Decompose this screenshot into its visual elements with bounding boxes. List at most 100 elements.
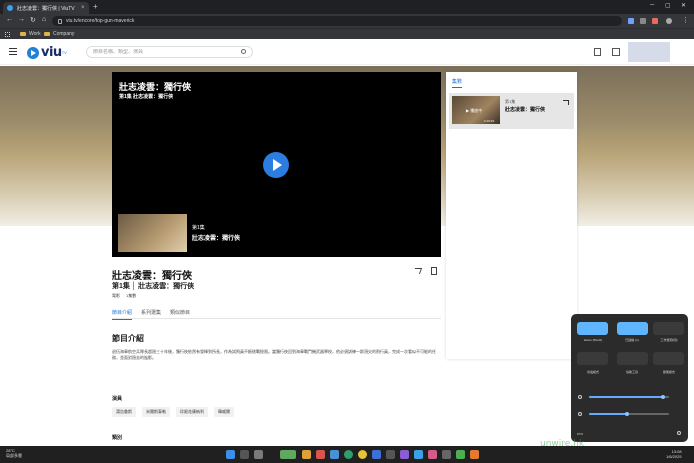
browser-tabbar: 壯志凌雲：獨行俠 | ViuTV × + ─ ▢ ✕ <box>0 0 694 14</box>
app-icon[interactable] <box>386 450 395 459</box>
reload-icon[interactable]: ↻ <box>30 16 36 24</box>
extension-icon[interactable] <box>652 18 658 24</box>
minimize-icon[interactable]: ─ <box>650 2 654 8</box>
upnext-thumbnail[interactable] <box>118 214 187 252</box>
hamburger-menu-icon[interactable] <box>9 48 17 55</box>
site-header: viu TV <box>0 39 694 65</box>
windows-taskbar: 28°C 局部多雲 13:08 1/6/2025 <box>0 446 694 463</box>
episode-list-item[interactable]: ▶ 播放中 2:10:33 第1集 壯志凌雲：獨行俠 <box>449 93 574 129</box>
extension-icon[interactable] <box>640 18 646 24</box>
close-tab-icon[interactable]: × <box>81 5 85 11</box>
show-title: 壯志凌雲：獨行俠 <box>112 271 192 282</box>
address-bar[interactable]: viu.tv/encore/top-gun-maverick <box>52 16 622 26</box>
app-icon[interactable] <box>400 450 409 459</box>
app-icon[interactable] <box>316 450 325 459</box>
volume-slider[interactable] <box>589 413 627 415</box>
tab-episodes[interactable]: 集數 <box>452 78 463 88</box>
video-player[interactable]: 壯志凌雲：獨行俠 第1集 壯志凌雲：獨行俠 第1集 壯志凌雲：獨行俠 <box>112 72 441 257</box>
bookmark-icon[interactable] <box>594 48 601 56</box>
category-heading: 類別 <box>112 435 123 441</box>
lock-icon <box>58 18 62 24</box>
tabs-divider <box>112 318 441 319</box>
weather-widget[interactable]: 28°C 局部多雲 <box>6 448 22 458</box>
cast-chip[interactable]: 湯告魯斯 <box>112 407 136 417</box>
accessibility-toggle[interactable] <box>617 352 648 365</box>
cast-heading: 演員 <box>112 396 123 402</box>
upnext-episode: 第1集 <box>192 225 205 231</box>
qs-label: 節能模式 <box>662 370 675 374</box>
episode-thumbnail: ▶ 播放中 2:10:33 <box>452 96 500 124</box>
system-clock[interactable]: 13:08 1/6/2025 <box>666 449 682 459</box>
weather-desc: 局部多雲 <box>6 453 22 458</box>
cast-chip[interactable]: 米爾斯泰勒 <box>142 407 170 417</box>
back-icon[interactable]: ← <box>6 16 13 23</box>
app-icon[interactable] <box>372 450 381 459</box>
qs-label: 協助工具 <box>625 370 638 374</box>
search-icon[interactable] <box>241 49 246 54</box>
vpn-toggle[interactable] <box>653 322 684 335</box>
close-window-icon[interactable]: ✕ <box>681 2 686 9</box>
show-tags: 電影 1集數 <box>112 293 136 299</box>
episode-title: 壯志凌雲：獨行俠 <box>505 107 546 113</box>
episode-duration: 2:10:33 <box>484 119 495 123</box>
show-subtitle: 第1集 │ 壯志凌雲：獨行俠 <box>112 283 195 290</box>
app-icon[interactable] <box>470 450 479 459</box>
tag-episodes: 1集數 <box>126 293 137 298</box>
menu-icon[interactable]: ⋮ <box>682 16 689 24</box>
new-tab-button[interactable]: + <box>93 2 98 11</box>
tab-title: 壯志凌雲：獨行俠 | ViuTV <box>17 5 75 12</box>
bookmark-label: Company <box>53 31 75 37</box>
wifi-toggle[interactable] <box>577 322 608 335</box>
app-icon[interactable] <box>280 450 296 459</box>
url-text: viu.tv/encore/top-gun-maverick <box>66 18 135 24</box>
logo-superscript: TV <box>61 50 67 55</box>
app-icon[interactable] <box>414 450 423 459</box>
profile-icon[interactable] <box>666 18 672 24</box>
search-taskbar-icon[interactable] <box>240 450 249 459</box>
qs-label: Home (5GHz) <box>583 338 603 342</box>
cast-chip[interactable]: 韓威爾 <box>214 407 234 417</box>
play-button[interactable] <box>263 152 289 178</box>
volume-knob[interactable] <box>625 412 629 416</box>
file-explorer-icon[interactable] <box>302 450 311 459</box>
player-subtitle: 第1集 壯志凌雲：獨行俠 <box>119 94 174 100</box>
bookmark-folder-work[interactable]: Work <box>20 31 41 37</box>
settings-gear-icon[interactable] <box>677 431 681 435</box>
brightness-slider[interactable] <box>589 396 663 398</box>
chrome-icon[interactable] <box>358 450 367 459</box>
battery-level: 67% <box>577 432 584 436</box>
app-icon[interactable] <box>428 450 437 459</box>
task-view-icon[interactable] <box>254 450 263 459</box>
home-icon[interactable]: ⌂ <box>42 16 46 23</box>
extension-icon[interactable] <box>628 18 634 24</box>
forward-icon[interactable]: → <box>18 16 25 23</box>
episode-share-icon[interactable] <box>563 100 569 105</box>
folder-icon <box>44 32 50 36</box>
save-bookmark-icon[interactable] <box>431 267 437 275</box>
bluetooth-toggle[interactable] <box>617 322 648 335</box>
brightness-knob[interactable] <box>661 395 665 399</box>
app-icon[interactable] <box>330 450 339 459</box>
maximize-icon[interactable]: ▢ <box>665 2 671 9</box>
quick-settings-panel: Home (5GHz) 已連線 (1) 工作選項(閉) 省電模式 協助工具 節能… <box>571 314 688 442</box>
user-avatar[interactable] <box>628 42 670 62</box>
edge-icon[interactable] <box>344 450 353 459</box>
section-title: 節目介紹 <box>112 334 144 343</box>
apps-grid-icon[interactable] <box>5 32 10 37</box>
battery-saver-toggle[interactable] <box>577 352 608 365</box>
browser-toolbar: ← → ↻ ⌂ viu.tv/encore/top-gun-maverick ⋮ <box>0 14 694 28</box>
episode-panel: 集數 ▶ 播放中 2:10:33 第1集 壯志凌雲：獨行俠 <box>446 72 577 359</box>
app-icon[interactable] <box>442 450 451 459</box>
player-title: 壯志凌雲：獨行俠 <box>119 82 192 92</box>
energy-saver-toggle[interactable] <box>653 352 684 365</box>
share-icon[interactable] <box>412 268 423 274</box>
bookmark-folder-company[interactable]: Company <box>44 31 74 37</box>
app-icon[interactable] <box>456 450 465 459</box>
browser-tab[interactable]: 壯志凌雲：獨行俠 | ViuTV × <box>3 2 89 14</box>
search-box <box>86 46 253 58</box>
search-input[interactable] <box>93 49 233 55</box>
viutv-logo[interactable]: viu TV <box>27 45 67 60</box>
start-icon[interactable] <box>226 450 235 459</box>
sidebar-toggle-icon[interactable] <box>612 48 620 56</box>
cast-chip[interactable]: 珍妮花康納利 <box>176 407 208 417</box>
